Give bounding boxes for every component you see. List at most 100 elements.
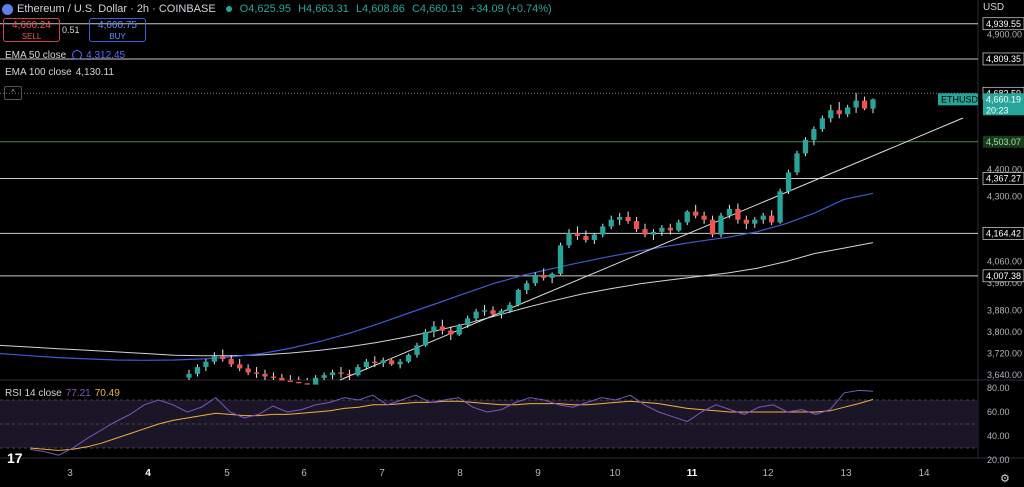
candle <box>194 364 201 377</box>
price-tick-label: 4,900.00 <box>987 29 1022 39</box>
price-tick-label: 4,300.00 <box>987 192 1022 202</box>
candle <box>304 377 310 385</box>
candle <box>574 226 581 240</box>
price-chart[interactable]: 3,640.003,720.003,800.003,880.003,980.00… <box>0 0 1024 487</box>
candle-body <box>220 356 226 359</box>
time-tick-label: 12 <box>762 468 774 479</box>
candle <box>237 358 243 372</box>
candle <box>431 321 437 338</box>
symbol-title[interactable]: Ethereum / U.S. Dollar · 2h · COINBASE <box>17 3 216 15</box>
rsi-legend[interactable]: RSI 14 close 77.21 70.49 <box>5 388 120 399</box>
candle <box>321 372 327 380</box>
candle <box>397 358 403 369</box>
open-value: O4,625.95 <box>239 3 292 15</box>
candle-body <box>633 221 640 230</box>
collapse-legend-icon[interactable]: ^ <box>4 86 22 100</box>
currency-label[interactable]: USD <box>983 2 1004 13</box>
candle-body <box>372 361 378 363</box>
candle <box>785 169 792 194</box>
ethereum-icon <box>2 3 13 15</box>
rsi-tick-label: 20.00 <box>987 455 1010 465</box>
candle-body <box>186 373 192 378</box>
candle-body <box>583 235 589 240</box>
buy-button[interactable]: 4,660.75 BUY <box>89 18 146 42</box>
candle <box>211 352 217 365</box>
candle-body <box>693 211 699 216</box>
candle <box>777 188 783 224</box>
settings-gear-icon[interactable]: ⚙ <box>1000 472 1010 485</box>
candle <box>769 210 775 226</box>
price-tick-label: 3,800.00 <box>987 327 1022 337</box>
candle <box>389 358 395 366</box>
candle <box>313 375 319 385</box>
price-tick-label: 3,880.00 <box>987 305 1022 315</box>
candle <box>845 104 851 117</box>
time-tick-label: 9 <box>535 468 541 479</box>
candle <box>828 104 834 123</box>
candle-body <box>456 325 462 335</box>
candle-body <box>355 367 361 376</box>
change-value: +34.09 (+0.74%) <box>469 3 552 15</box>
candle-body <box>313 377 319 385</box>
candle <box>794 150 800 176</box>
candle-body <box>667 227 673 231</box>
candle <box>422 329 429 347</box>
candle <box>709 215 716 238</box>
candle-body <box>676 222 682 231</box>
time-tick-label: 11 <box>687 468 698 479</box>
candle <box>456 323 462 336</box>
candle <box>262 369 268 380</box>
ema50-legend[interactable]: EMA 50 close 4,312.45 <box>5 50 125 61</box>
candle-body <box>709 219 716 235</box>
time-tick-label: 14 <box>918 468 930 479</box>
candle <box>338 367 344 378</box>
candle-body <box>296 381 302 384</box>
candle-body <box>380 360 386 363</box>
candle <box>650 229 657 240</box>
candle <box>735 203 741 224</box>
level-label: 4,007.38 <box>986 271 1021 281</box>
candle <box>481 304 488 316</box>
candle-body <box>650 231 657 235</box>
candle-body <box>642 229 648 235</box>
price-tick-label: 3,640.00 <box>987 370 1022 380</box>
candle <box>439 319 445 335</box>
sell-button[interactable]: 4,660.24 SELL <box>3 18 60 42</box>
candle-body <box>270 376 277 378</box>
candle-body <box>481 310 488 312</box>
candle <box>617 212 623 226</box>
candle <box>701 211 707 224</box>
trend-line <box>339 117 964 381</box>
candle-body <box>760 215 766 220</box>
time-tick-label: 7 <box>379 468 385 479</box>
candle <box>253 367 260 378</box>
candle-body <box>321 375 327 378</box>
visibility-icon[interactable] <box>72 50 83 61</box>
candle-body <box>211 356 217 362</box>
candle-body <box>845 107 851 115</box>
candle <box>659 225 665 236</box>
candle-body <box>532 275 538 284</box>
candle <box>329 369 336 380</box>
candle <box>566 229 572 249</box>
countdown-label: 20:23 <box>986 105 1009 115</box>
ema100-legend[interactable]: EMA 100 close 4,130.11 <box>5 67 114 78</box>
candle <box>524 280 530 295</box>
candle-body <box>287 380 293 382</box>
candle <box>836 102 842 119</box>
candle <box>372 356 378 368</box>
candle-body <box>574 233 581 236</box>
candle <box>608 215 614 230</box>
candle <box>279 373 285 381</box>
low-value: L4,608.86 <box>355 3 405 15</box>
candle-body <box>524 283 530 290</box>
ema100-value: 4,130.11 <box>75 67 114 78</box>
time-tick-label: 4 <box>145 468 151 479</box>
candle <box>414 342 420 358</box>
spread-value: 0.51 <box>62 25 80 35</box>
candle-body <box>752 219 758 224</box>
candle <box>676 219 682 232</box>
rsi-ma-value: 70.49 <box>94 388 120 399</box>
chart-header: Ethereum / U.S. Dollar · 2h · COINBASE O… <box>0 0 556 18</box>
level-label: 4,367.27 <box>986 174 1021 184</box>
